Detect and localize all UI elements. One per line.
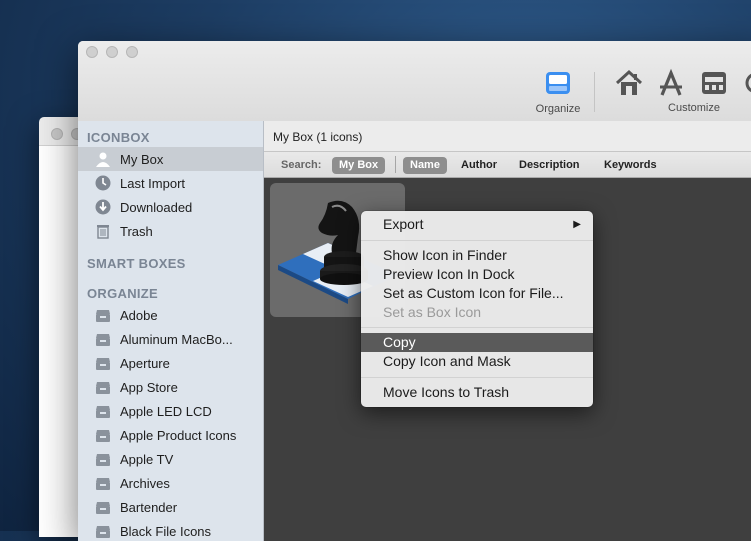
menu-item-preview-in-dock[interactable]: Preview Icon In Dock — [361, 265, 593, 284]
partial-icon — [745, 73, 751, 93]
sidebar-item-label: Aluminum MacBo... — [120, 332, 233, 347]
sidebar-item-trash[interactable]: Trash — [78, 219, 263, 243]
menu-item-move-to-trash[interactable]: Move Icons to Trash — [361, 383, 593, 402]
box-icon — [96, 526, 110, 538]
sidebar-item-label: Aperture — [120, 356, 170, 371]
minimize-button[interactable] — [106, 46, 118, 58]
sidebar-item-label: Last Import — [120, 176, 186, 191]
more-toolbar-button[interactable] — [742, 68, 751, 101]
scope-my-box[interactable]: My Box — [332, 157, 386, 174]
menu-separator — [361, 327, 593, 328]
sidebar-item-box[interactable]: App Store — [78, 375, 263, 399]
sidebar-item-box[interactable]: Black File Icons — [78, 519, 263, 541]
organize-section-header: ORGANIZE — [87, 286, 159, 301]
scope-description[interactable]: Description — [512, 157, 587, 174]
menu-separator — [361, 377, 593, 378]
menu-item-label: Export — [383, 216, 424, 232]
sidebar-item-label: Trash — [120, 224, 153, 239]
sidebar-item-label: Apple Product Icons — [120, 428, 237, 443]
home-toolbar-button[interactable] — [613, 68, 645, 101]
menu-item-set-box-icon[interactable]: Set as Box Icon — [361, 303, 593, 322]
sidebar-item-label: Adobe — [120, 308, 158, 323]
sidebar-item-label: App Store — [120, 380, 178, 395]
iconbox-section-header: ICONBOX — [87, 130, 150, 145]
sidebar-item-last-import[interactable]: Last Import — [78, 171, 263, 195]
menu-item-export[interactable]: Export ▶ — [361, 215, 593, 234]
scope-keywords[interactable]: Keywords — [597, 157, 664, 174]
scope-separator — [395, 156, 396, 173]
sidebar-item-box[interactable]: Aperture — [78, 351, 263, 375]
sidebar-item-my-box[interactable]: My Box — [78, 147, 263, 171]
sidebar-item-label: Black File Icons — [120, 524, 212, 539]
search-label: Search: — [281, 159, 322, 171]
path-bar: My Box (1 icons) — [264, 121, 751, 152]
sidebar-item-box[interactable]: Bartender — [78, 495, 263, 519]
box-icon — [96, 406, 110, 418]
sidebar-item-box[interactable]: Apple Product Icons — [78, 423, 263, 447]
box-icon — [96, 430, 110, 442]
box-icon — [96, 478, 110, 490]
customize-label: Customize — [668, 102, 720, 114]
house-icon — [615, 69, 643, 95]
inbox-icon — [546, 72, 570, 94]
zoom-button[interactable] — [126, 46, 138, 58]
menu-separator — [361, 240, 593, 241]
sidebar-item-box[interactable]: Adobe — [78, 303, 263, 327]
organize-toolbar-button[interactable]: Organize — [530, 69, 586, 115]
box-icon — [96, 382, 110, 394]
search-scope-bar: Search: My Box Name Author Description K… — [264, 152, 751, 178]
download-icon — [95, 199, 111, 215]
titlebar: Organize Customize — [78, 41, 751, 122]
trash-icon — [97, 225, 109, 239]
sidebar-item-label: My Box — [120, 152, 164, 167]
menu-item-copy[interactable]: Copy — [361, 333, 593, 352]
menu-item-set-custom-icon[interactable]: Set as Custom Icon for File... — [361, 284, 593, 303]
scope-author[interactable]: Author — [454, 157, 504, 174]
close-button[interactable] — [51, 128, 63, 140]
sidebar-item-label: Bartender — [120, 500, 178, 515]
sidebar-item-box[interactable]: Aluminum MacBo... — [78, 327, 263, 351]
box-icon — [96, 358, 110, 370]
box-icon — [96, 310, 110, 322]
sidebar-item-label: Downloaded — [120, 200, 193, 215]
sidebar-item-box[interactable]: Archives — [78, 471, 263, 495]
sidebar-item-label: Apple LED LCD — [120, 404, 212, 419]
sidebar-item-box[interactable]: Apple TV — [78, 447, 263, 471]
close-button[interactable] — [86, 46, 98, 58]
user-icon — [96, 152, 110, 167]
box-icon — [96, 334, 110, 346]
app-store-toolbar-button[interactable] — [655, 68, 687, 101]
sidebar-item-box[interactable]: Apple LED LCD — [78, 399, 263, 423]
box-title: My Box (1 icons) — [273, 130, 363, 144]
toolbar-separator — [594, 72, 595, 112]
submenu-arrow-icon: ▶ — [573, 219, 581, 230]
display-icon — [702, 72, 726, 94]
sidebar: ICONBOX My Box Last Import Downloaded Tr… — [78, 121, 264, 541]
menu-item-copy-icon-and-mask[interactable]: Copy Icon and Mask — [361, 352, 593, 371]
sidebar-item-downloaded[interactable]: Downloaded — [78, 195, 263, 219]
box-icon — [96, 502, 110, 514]
display-toolbar-button[interactable] — [698, 68, 730, 101]
sidebar-item-label: Archives — [120, 476, 170, 491]
organize-label: Organize — [535, 103, 581, 115]
context-menu: Export ▶ Show Icon in Finder Preview Ico… — [361, 211, 593, 407]
app-store-icon — [660, 68, 682, 96]
clock-icon — [95, 175, 111, 191]
menu-item-show-in-finder[interactable]: Show Icon in Finder — [361, 246, 593, 265]
scope-name[interactable]: Name — [403, 157, 447, 174]
smart-boxes-section-header: SMART BOXES — [87, 256, 186, 271]
box-icon — [96, 454, 110, 466]
sidebar-item-label: Apple TV — [120, 452, 174, 467]
